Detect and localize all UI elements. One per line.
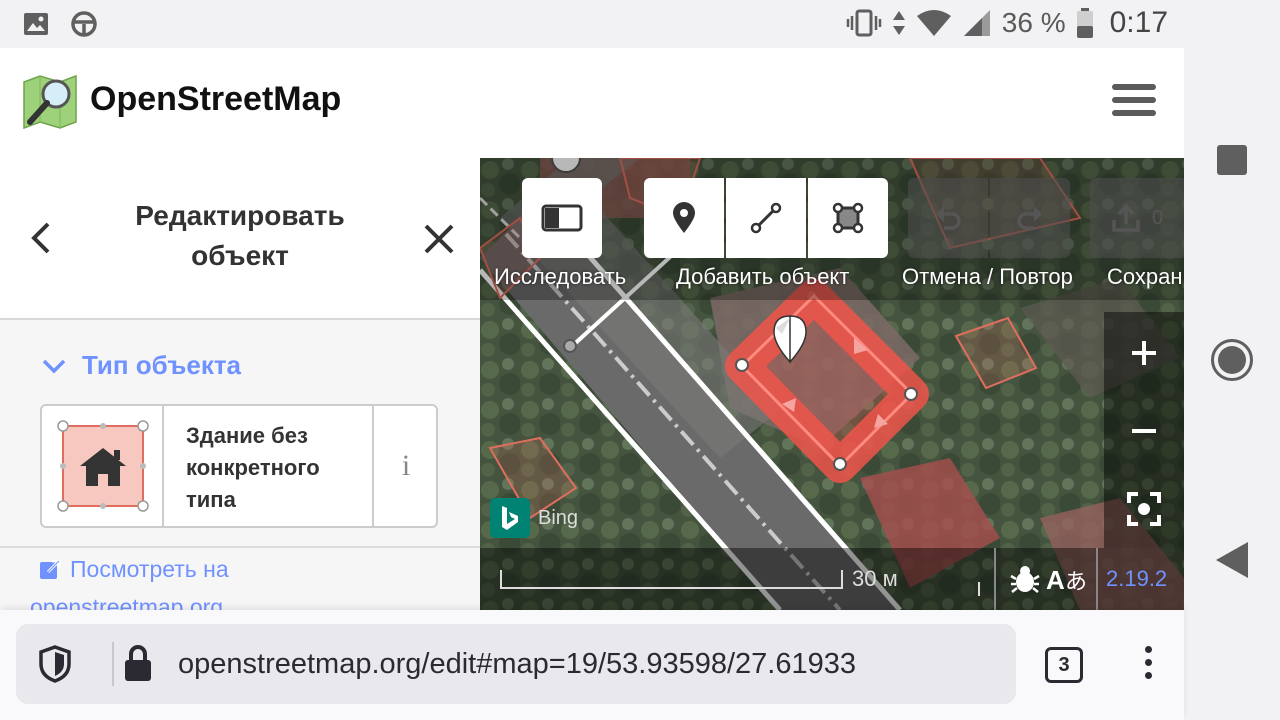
geolocate-icon: [1127, 492, 1161, 526]
scale-bar[interactable]: [498, 568, 848, 592]
save-label: Сохрани: [1107, 264, 1184, 289]
hamburger-icon[interactable]: [1112, 84, 1156, 124]
preset-name[interactable]: Здание без конкретного типа: [186, 420, 366, 516]
bing-logo-icon: [490, 498, 530, 538]
bug-icon[interactable]: [1008, 562, 1042, 596]
version-link[interactable]: 2.19.2: [1106, 566, 1167, 592]
view-link-text[interactable]: Посмотреть на: [70, 556, 229, 583]
view-on-osm-link[interactable]: Посмотреть на openstreetmap.org: [0, 546, 480, 610]
tab-counter-button[interactable]: 3: [1045, 647, 1083, 683]
svg-text:あ: あ: [1065, 570, 1087, 595]
url-text[interactable]: openstreetmap.org/edit#map=19/53.93598/2…: [178, 648, 856, 681]
preset-name-line1: Здание без: [186, 423, 308, 448]
undo-button[interactable]: [908, 178, 988, 258]
data-arrows-icon: [892, 11, 905, 35]
shield-icon[interactable]: [38, 644, 72, 684]
back-nav-button[interactable]: [1214, 540, 1250, 580]
add-feature-label: Добавить объект: [676, 264, 850, 289]
battery-icon: [1076, 8, 1093, 38]
zoom-out-button[interactable]: [1104, 394, 1184, 468]
inspector-sidebar: Редактировать объект Тип объекта Здание …: [0, 158, 480, 610]
sidebar-header: Редактировать объект: [0, 158, 480, 320]
preset-name-line3: типа: [186, 487, 236, 512]
plus-icon: [1132, 341, 1156, 365]
sidebar-title-line2: объект: [191, 240, 289, 271]
add-area-button[interactable]: [808, 178, 888, 258]
steering-wheel-icon: [71, 11, 97, 37]
save-count: 0: [1152, 206, 1164, 229]
sidebar-toggle-icon: [541, 204, 583, 232]
preset-card[interactable]: Здание без конкретного типа i: [40, 404, 438, 528]
chevron-down-icon: [42, 359, 66, 373]
line-icon: [750, 202, 782, 234]
footer-divider: [978, 582, 980, 596]
svg-text:A: A: [1046, 565, 1065, 595]
browser-menu-icon[interactable]: [1140, 646, 1156, 686]
upload-icon: [1112, 203, 1140, 232]
sidebar-title: Редактировать объект: [80, 196, 400, 276]
minus-icon: [1132, 429, 1156, 433]
zoom-in-button[interactable]: [1104, 316, 1184, 390]
vibrate-icon: [846, 9, 882, 37]
system-status-bar: 36 % 0:17: [0, 0, 1184, 48]
point-marker-icon: [673, 202, 695, 233]
redo-icon: [1017, 206, 1042, 230]
footer-divider-2: [994, 548, 996, 610]
browser-toolbar: openstreetmap.org/edit#map=19/53.93598/2…: [0, 610, 1184, 720]
sidebar-toggle-button[interactable]: [522, 178, 602, 258]
scale-label: 30 м: [852, 566, 898, 591]
back-button[interactable]: [24, 218, 56, 258]
site-title[interactable]: OpenStreetMap: [90, 80, 341, 119]
attribution-text: Bing: [538, 506, 579, 529]
imagery-attribution[interactable]: Bing: [490, 498, 578, 538]
map-canvas[interactable]: 0 Исследовать Добавить объект Отмена / П…: [480, 158, 1184, 610]
preset-section-toggle[interactable]: Тип объекта: [40, 350, 241, 381]
system-navigation-bar: [1184, 0, 1280, 720]
map-footer: 30 м A あ 2.19.2: [480, 548, 1184, 610]
sidebar-title-line1: Редактировать: [135, 200, 345, 231]
undo-icon: [936, 206, 961, 230]
home-button[interactable]: [1210, 338, 1254, 382]
url-field[interactable]: openstreetmap.org/edit#map=19/53.93598/2…: [16, 624, 1016, 704]
url-divider: [112, 642, 114, 686]
add-line-button[interactable]: [726, 178, 806, 258]
top-toolbar: 0 Исследовать Добавить объект Отмена / П…: [480, 158, 1184, 300]
close-icon[interactable]: [420, 220, 458, 258]
translate-icon[interactable]: A あ: [1046, 560, 1088, 596]
building-area-icon: [57, 420, 149, 512]
lock-icon[interactable]: [122, 642, 154, 684]
osm-logo-icon[interactable]: [20, 72, 80, 132]
footer-divider-3: [1096, 548, 1098, 610]
save-button[interactable]: 0: [1090, 178, 1184, 258]
map-controls: [1104, 312, 1184, 548]
osm-header: OpenStreetMap: [0, 48, 1184, 158]
image-icon: [24, 13, 48, 35]
geolocate-button[interactable]: [1104, 472, 1184, 546]
preset-name-line2: конкретного: [186, 455, 320, 480]
clock: 0:17: [1109, 6, 1168, 39]
add-point-button[interactable]: [644, 178, 724, 258]
area-icon: [832, 202, 864, 234]
browse-label: Исследовать: [494, 264, 627, 289]
section-title: Тип объекта: [82, 350, 242, 380]
signal-icon: [963, 10, 990, 36]
preset-icon-box[interactable]: [42, 406, 164, 526]
wifi-icon: [916, 10, 951, 36]
view-link-text-2[interactable]: openstreetmap.org: [30, 594, 223, 610]
external-link-icon: [40, 559, 61, 579]
redo-button[interactable]: [990, 178, 1070, 258]
preset-info-button[interactable]: i: [372, 406, 436, 526]
recents-button[interactable]: [1217, 145, 1247, 175]
undo-redo-label: Отмена / Повтор: [902, 264, 1073, 289]
battery-percent: 36 %: [1001, 7, 1066, 38]
